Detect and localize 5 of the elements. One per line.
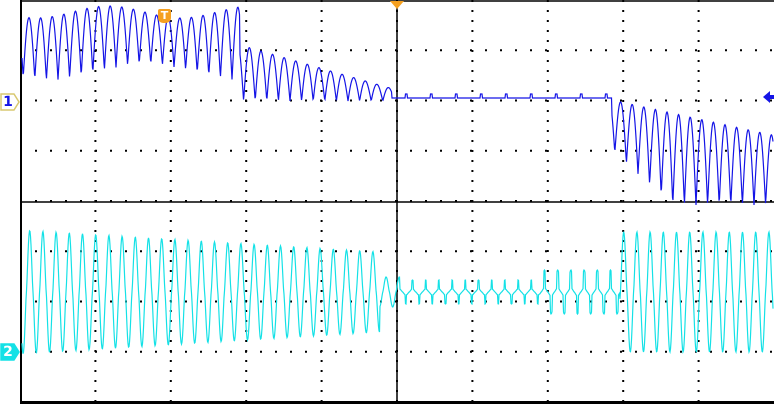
channel-marker[interactable]: 1 <box>0 92 20 112</box>
trigger-position-icon[interactable] <box>390 1 404 9</box>
trigger-marker[interactable]: T <box>158 9 171 23</box>
channel-marker[interactable]: 2 <box>0 342 20 362</box>
trigger-level-icon[interactable] <box>763 91 774 103</box>
